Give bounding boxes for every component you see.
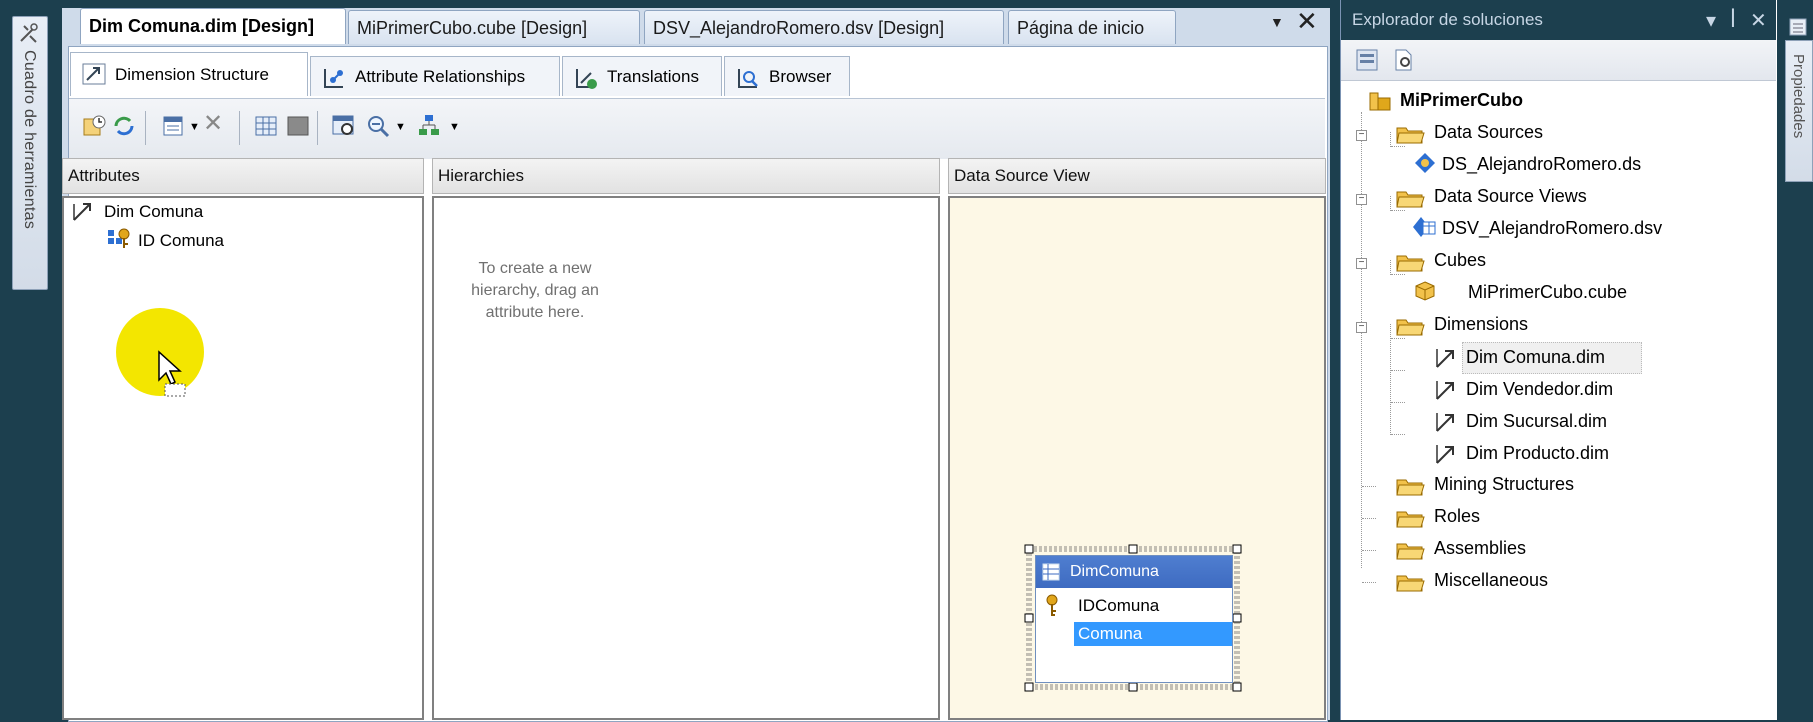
- new-attribute-icon[interactable]: [161, 113, 187, 139]
- primary-key-icon: [1044, 594, 1060, 618]
- drag-cursor-icon: [156, 350, 192, 398]
- tab-dimension-structure-label: Dimension Structure: [115, 65, 270, 84]
- delete-icon[interactable]: ✕: [203, 109, 223, 138]
- key-attribute-icon: [106, 226, 132, 252]
- dsv-table-dimcomuna[interactable]: DimComuna IDComuna Comuna: [1023, 543, 1243, 693]
- folder-data-source-views[interactable]: Data Source Views: [1434, 185, 1587, 207]
- show-grid-icon[interactable]: [253, 113, 279, 139]
- tab-attribute-relationships-label: Attribute Relationships: [355, 67, 526, 86]
- properties-label[interactable]: Propiedades: [1786, 54, 1810, 138]
- folder-data-sources[interactable]: Data Sources: [1434, 121, 1543, 143]
- properties-icon[interactable]: [1355, 48, 1379, 72]
- item-dim-vendedor[interactable]: Dim Vendedor.dim: [1466, 378, 1613, 400]
- expander-cubes[interactable]: −: [1356, 258, 1367, 269]
- pin-icon[interactable]: ꟾ: [1730, 10, 1750, 32]
- browser-icon: [735, 65, 761, 91]
- show-all-files-icon[interactable]: [1391, 48, 1415, 72]
- zoom-dropdown-icon[interactable]: ▼: [395, 121, 406, 133]
- folder-icon: [1396, 575, 1425, 592]
- attributes-dimension-node[interactable]: Dim Comuna: [104, 202, 203, 222]
- folder-icon: [1396, 319, 1425, 336]
- toolbox-icon: [18, 22, 40, 44]
- folder-roles[interactable]: Roles: [1434, 505, 1480, 527]
- close-panel-icon[interactable]: ✕: [1750, 10, 1781, 32]
- folder-icon: [1396, 191, 1425, 208]
- item-miprimercubo-cube[interactable]: MiPrimerCubo.cube: [1468, 281, 1627, 303]
- arrange-dropdown-icon[interactable]: ▼: [449, 121, 460, 133]
- solution-explorer-window-buttons: ▾ꟾ✕: [1706, 8, 1781, 33]
- hierarchy-drop-hint: To create a new hierarchy, drag an attri…: [471, 260, 599, 321]
- dimension-icon: [1434, 346, 1458, 370]
- folder-miscellaneous[interactable]: Miscellaneous: [1434, 569, 1548, 591]
- dimension-icon: [1434, 378, 1458, 402]
- solution-explorer-title: Explorador de soluciones: [1352, 10, 1543, 29]
- attribute-relationships-icon: [321, 65, 347, 91]
- arrange-tables-icon[interactable]: [417, 113, 443, 139]
- folder-mining-structures[interactable]: Mining Structures: [1434, 473, 1574, 495]
- folder-cubes[interactable]: Cubes: [1434, 249, 1486, 271]
- close-document-icon[interactable]: ✕: [1296, 6, 1318, 37]
- dimension-icon: [1434, 442, 1458, 466]
- tab-translations-label: Translations: [607, 67, 699, 86]
- cube-icon: [1414, 280, 1436, 302]
- item-dim-producto[interactable]: Dim Producto.dim: [1466, 442, 1609, 464]
- hierarchies-pane-header: Hierarchies: [432, 158, 940, 194]
- expander-data-sources[interactable]: −: [1356, 130, 1367, 141]
- dsv-table-title: DimComuna: [1070, 563, 1159, 580]
- tab-dim-comuna-design[interactable]: Dim Comuna.dim [Design]: [80, 8, 346, 44]
- dsv-table-header[interactable]: DimComuna: [1036, 556, 1232, 588]
- dimension-icon: [70, 200, 96, 224]
- show-list-icon[interactable]: [285, 113, 311, 139]
- project-node-miprimercubo[interactable]: MiPrimerCubo: [1400, 89, 1523, 111]
- tab-browser[interactable]: Browser: [724, 56, 850, 96]
- folder-dimensions[interactable]: Dimensions: [1434, 313, 1528, 335]
- translations-icon: [573, 65, 599, 91]
- item-dim-sucursal[interactable]: Dim Sucursal.dim: [1466, 410, 1607, 432]
- project-icon: [1368, 88, 1392, 112]
- folder-icon: [1396, 511, 1425, 528]
- data-source-icon: [1414, 152, 1436, 174]
- attributes-pane-header: Attributes: [62, 158, 424, 194]
- solution-explorer-toolbar: [1341, 40, 1776, 81]
- tab-dimension-structure[interactable]: Dimension Structure: [70, 52, 308, 96]
- dsv-column-comuna[interactable]: Comuna: [1074, 622, 1232, 646]
- dsv-pane-header: Data Source View: [948, 158, 1326, 194]
- tab-dsv-design[interactable]: DSV_AlejandroRomero.dsv [Design]: [644, 10, 1004, 44]
- zoom-icon[interactable]: [365, 113, 391, 139]
- dsv-column-idcomuna[interactable]: IDComuna: [1078, 596, 1159, 616]
- dimension-icon: [1434, 410, 1458, 434]
- dsv-table-body[interactable]: DimComuna IDComuna Comuna: [1035, 555, 1233, 683]
- find-table-icon[interactable]: [331, 113, 357, 139]
- tab-list-dropdown-icon[interactable]: ▼: [1270, 14, 1284, 30]
- folder-icon: [1396, 543, 1425, 560]
- new-attribute-dropdown-icon[interactable]: ▼: [189, 121, 200, 133]
- folder-icon: [1396, 127, 1425, 144]
- tab-attribute-relationships[interactable]: Attribute Relationships: [310, 56, 560, 96]
- attribute-id-comuna[interactable]: ID Comuna: [138, 231, 224, 251]
- toolbox-label[interactable]: Cuadro de herramientas: [13, 50, 45, 286]
- folder-icon: [1396, 255, 1425, 272]
- tab-browser-label: Browser: [769, 67, 832, 86]
- properties-window-icon[interactable]: [1789, 18, 1807, 36]
- tab-translations[interactable]: Translations: [562, 56, 722, 96]
- dimension-structure-icon: [81, 61, 107, 87]
- refresh-icon[interactable]: [111, 113, 137, 139]
- table-icon: [1042, 563, 1060, 581]
- tab-miprimercubo-cube-design[interactable]: MiPrimerCubo.cube [Design]: [348, 10, 640, 44]
- item-dim-comuna[interactable]: Dim Comuna.dim: [1466, 346, 1605, 368]
- process-icon[interactable]: [81, 113, 107, 139]
- folder-icon: [1396, 479, 1425, 496]
- tab-pagina-de-inicio[interactable]: Página de inicio: [1008, 10, 1176, 44]
- designer-toolbar: ▼ ✕ ▼ ▼: [69, 98, 1325, 159]
- item-dsv-alejandroromero[interactable]: DSV_AlejandroRomero.dsv: [1442, 217, 1662, 239]
- attributes-pane[interactable]: [62, 196, 424, 720]
- expander-data-source-views[interactable]: −: [1356, 194, 1367, 205]
- folder-assemblies[interactable]: Assemblies: [1434, 537, 1526, 559]
- data-source-view-icon: [1412, 216, 1436, 238]
- window-position-icon[interactable]: ▾: [1706, 10, 1730, 32]
- item-ds-alejandroromero[interactable]: DS_AlejandroRomero.ds: [1442, 153, 1641, 175]
- expander-dimensions[interactable]: −: [1356, 322, 1367, 333]
